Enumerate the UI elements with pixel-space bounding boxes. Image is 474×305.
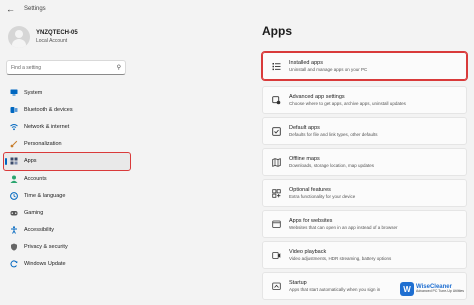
brush-icon	[10, 140, 18, 148]
card-title: Video playback	[289, 248, 327, 255]
username: YNZQTECH-05	[36, 30, 78, 37]
card-installed-apps[interactable]: Installed apps Uninstall and manage apps…	[261, 51, 468, 81]
card-title: Advanced app settings	[289, 93, 345, 100]
startup-icon	[271, 281, 281, 291]
web-apps-icon	[271, 219, 281, 229]
sidebar-item-system[interactable]: System	[4, 84, 130, 101]
sidebar-item-label: Accounts	[24, 175, 47, 182]
gamepad-icon	[10, 209, 18, 217]
card-description: Downloads, storage location, map updates	[289, 162, 375, 168]
apps-icon	[10, 157, 18, 165]
sidebar-item-label: Windows Update	[24, 261, 66, 268]
sidebar-item-label: Personalization	[24, 141, 62, 148]
features-icon	[271, 188, 281, 198]
monitor-icon	[10, 89, 18, 97]
shield-icon	[10, 243, 18, 251]
default-apps-icon	[271, 126, 281, 136]
title-bar: ← Settings	[0, 0, 474, 18]
sidebar: YNZQTECH-05 Local Account Find a setting…	[0, 18, 134, 305]
card-description: Uninstall and manage apps on your PC	[289, 66, 368, 72]
update-icon	[10, 260, 18, 268]
bluetooth-icon	[10, 106, 18, 114]
card-title: Offline maps	[289, 155, 320, 162]
sidebar-item-gaming[interactable]: Gaming	[4, 204, 130, 221]
card-title: Apps for websites	[289, 217, 333, 224]
card-default-apps[interactable]: Default apps Defaults for file and link …	[262, 117, 467, 145]
sidebar-nav: System Bluetooth & devices Network & int…	[3, 84, 131, 273]
window-title: Settings	[24, 6, 46, 12]
card-optional-features[interactable]: Optional features Extra functionality fo…	[262, 179, 467, 207]
sidebar-item-label: Network & internet	[24, 123, 70, 130]
card-title: Default apps	[289, 124, 320, 131]
card-offline-maps[interactable]: Offline maps Downloads, storage location…	[262, 148, 467, 176]
card-apps-for-websites[interactable]: Apps for websites Websites that can open…	[262, 210, 467, 238]
sidebar-item-bluetooth[interactable]: Bluetooth & devices	[4, 101, 130, 118]
sidebar-item-label: System	[24, 89, 43, 96]
sidebar-item-accessibility[interactable]: Accessibility	[4, 222, 130, 239]
card-title: Startup	[289, 279, 307, 286]
search-input[interactable]: Find a setting ⚲	[6, 60, 126, 75]
card-description: Choose where to get apps, archive apps, …	[289, 100, 406, 106]
sidebar-item-label: Apps	[24, 158, 37, 165]
user-profile[interactable]: YNZQTECH-05 Local Account	[8, 26, 78, 48]
sidebar-item-windows-update[interactable]: Windows Update	[4, 256, 130, 273]
card-description: Extra functionality for your device	[289, 193, 356, 199]
card-description: Apps that start automatically when you s…	[289, 286, 381, 292]
map-icon	[271, 157, 281, 167]
sidebar-item-label: Gaming	[24, 209, 44, 216]
card-video-playback[interactable]: Video playback Video adjustments, HDR st…	[262, 241, 467, 269]
card-title: Optional features	[289, 186, 331, 193]
sidebar-item-network[interactable]: Network & internet	[4, 118, 130, 135]
search-placeholder: Find a setting	[11, 64, 42, 71]
accessibility-icon	[10, 226, 18, 234]
sidebar-item-label: Accessibility	[24, 227, 54, 234]
avatar	[8, 26, 30, 48]
sidebar-item-apps[interactable]: Apps	[3, 151, 131, 171]
card-advanced-app-settings[interactable]: Advanced app settings Choose where to ge…	[262, 86, 467, 114]
account-type: Local Account	[36, 37, 68, 44]
search-icon[interactable]: ⚲	[117, 64, 121, 71]
wisecleaner-logo-icon: W	[400, 282, 414, 296]
card-description: Websites that can open in an app instead…	[289, 224, 398, 230]
sidebar-item-label: Privacy & security	[24, 244, 68, 251]
sidebar-item-personalization[interactable]: Personalization	[4, 136, 130, 153]
page-title: Apps	[262, 24, 292, 38]
watermark: W WiseCleaner Advanced PC Tune-Up Utilit…	[400, 282, 464, 296]
card-description: Video adjustments, HDR streaming, batter…	[289, 255, 392, 261]
person-icon	[10, 175, 18, 183]
sidebar-item-time-language[interactable]: Time & language	[4, 187, 130, 204]
sidebar-item-accounts[interactable]: Accounts	[4, 170, 130, 187]
app-settings-icon	[271, 95, 281, 105]
wifi-icon	[10, 123, 18, 131]
sidebar-item-label: Time & language	[24, 192, 66, 199]
sidebar-item-label: Bluetooth & devices	[24, 106, 73, 113]
list-icon	[271, 61, 281, 71]
card-description: Defaults for file and link types, other …	[289, 131, 378, 137]
globe-clock-icon	[10, 191, 18, 200]
watermark-tagline: Advanced PC Tune-Up Utilities	[416, 289, 465, 294]
card-title: Installed apps	[289, 59, 323, 66]
video-icon	[271, 250, 281, 260]
sidebar-item-privacy-security[interactable]: Privacy & security	[4, 239, 130, 256]
main-content: Apps Installed apps Uninstall and manage…	[257, 18, 474, 305]
back-arrow-icon[interactable]: ←	[6, 4, 20, 14]
